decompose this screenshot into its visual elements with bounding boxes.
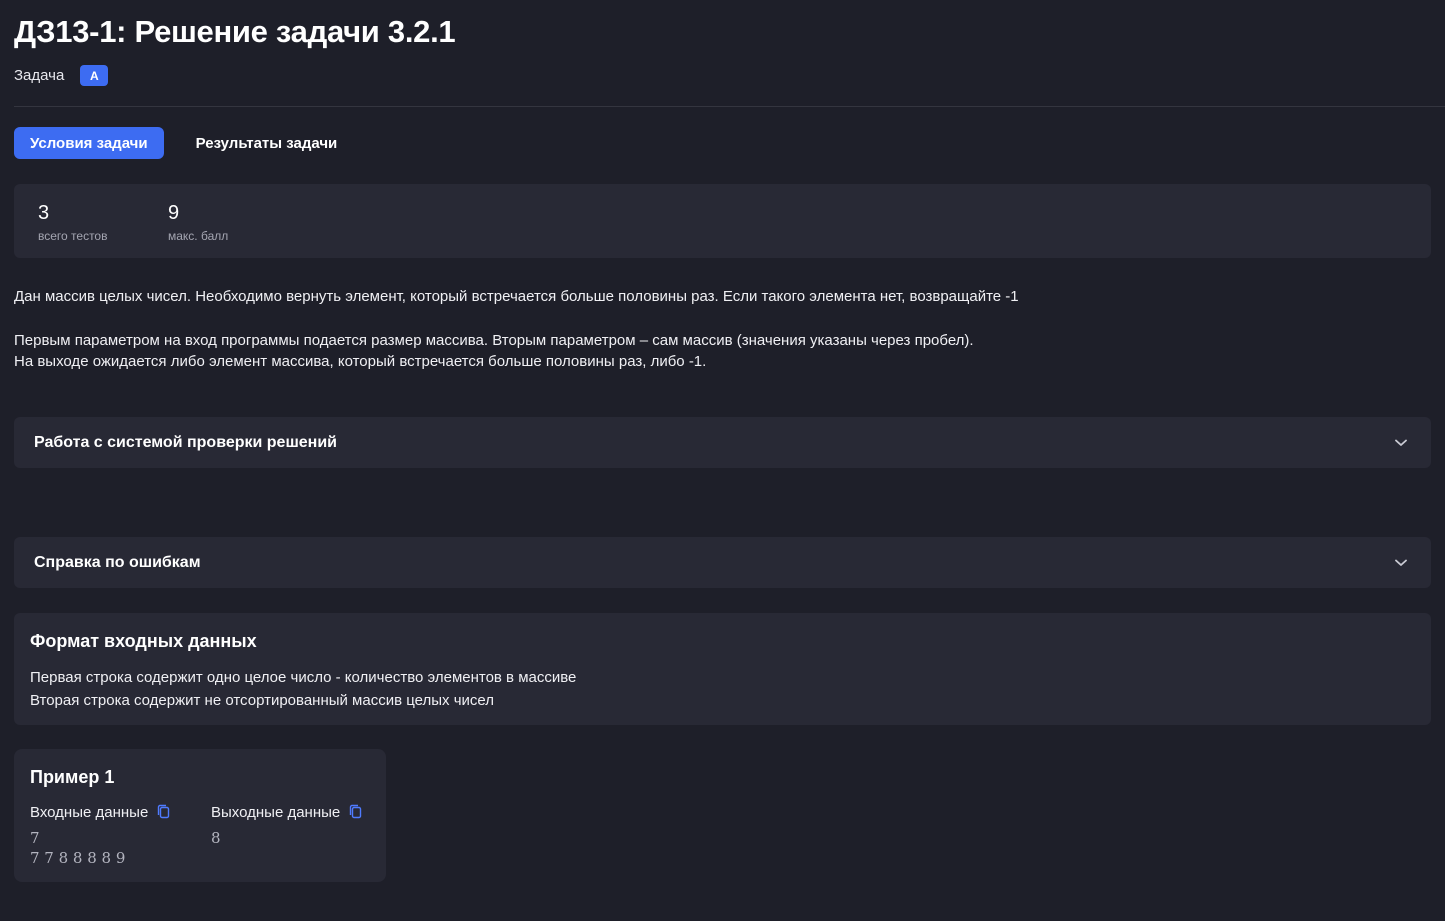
example-card: Пример 1 Входные данные 7 7 7 8 8 8 8 9 … (14, 749, 386, 882)
accordion-checking-system[interactable]: Работа с системой проверки решений (14, 417, 1431, 468)
page-title: ДЗ13-1: Решение задачи 3.2.1 (14, 14, 456, 49)
stat-value: 9 (168, 202, 180, 224)
copy-icon[interactable] (156, 804, 172, 820)
example-input: Входные данные 7 7 7 8 8 8 8 9 (30, 802, 211, 868)
example-input-label: Входные данные (30, 803, 149, 821)
description-paragraph: На выходе ожидается либо элемент массива… (14, 353, 707, 370)
tab-conditions[interactable]: Условия задачи (14, 127, 164, 159)
stats-panel: 3 всего тестов 9 макс. балл (14, 184, 1431, 258)
stat-max-score: 9 макс. балл (168, 202, 228, 243)
input-format-line: Вторая строка содержит не отсортированны… (30, 692, 494, 709)
tab-results[interactable]: Результаты задачи (180, 127, 354, 159)
example-output: Выходные данные 8 (211, 802, 364, 868)
copy-icon[interactable] (348, 804, 364, 820)
input-format-title: Формат входных данных (30, 631, 257, 651)
example-input-data: 7 7 7 8 8 8 8 9 (30, 828, 211, 868)
input-format-panel: Формат входных данных Первая строка соде… (14, 613, 1431, 725)
header-divider (14, 106, 1445, 107)
subtitle-row: Задача A (14, 65, 109, 86)
accordion-error-help[interactable]: Справка по ошибкам (14, 537, 1431, 588)
stat-label: всего тестов (38, 229, 108, 243)
chevron-down-icon[interactable] (1391, 553, 1411, 573)
description-paragraph: Дан массив целых чисел. Необходимо верну… (14, 288, 1019, 305)
task-badge: A (80, 65, 109, 86)
task-type-label: Задача (14, 67, 65, 84)
stat-total-tests: 3 всего тестов (38, 202, 107, 243)
task-description: Дан массив целых чисел. Необходимо верну… (14, 286, 1431, 373)
example-input-line: 7 (30, 829, 40, 847)
accordion-title: Работа с системой проверки решений (34, 433, 338, 451)
accordion-title: Справка по ошибкам (34, 553, 201, 571)
stat-value: 3 (38, 202, 50, 224)
example-input-line: 7 7 8 8 8 8 9 (30, 849, 126, 867)
description-paragraph: Первым параметром на вход программы пода… (14, 331, 974, 349)
example-title: Пример 1 (30, 767, 115, 787)
example-output-line: 8 (211, 829, 221, 847)
chevron-down-icon[interactable] (1391, 433, 1411, 453)
tab-bar: Условия задачи Результаты задачи (14, 127, 353, 159)
input-format-line: Первая строка содержит одно целое число … (30, 669, 577, 686)
stat-label: макс. балл (168, 229, 229, 243)
example-output-label: Выходные данные (211, 803, 341, 821)
example-output-data: 8 (211, 828, 364, 848)
